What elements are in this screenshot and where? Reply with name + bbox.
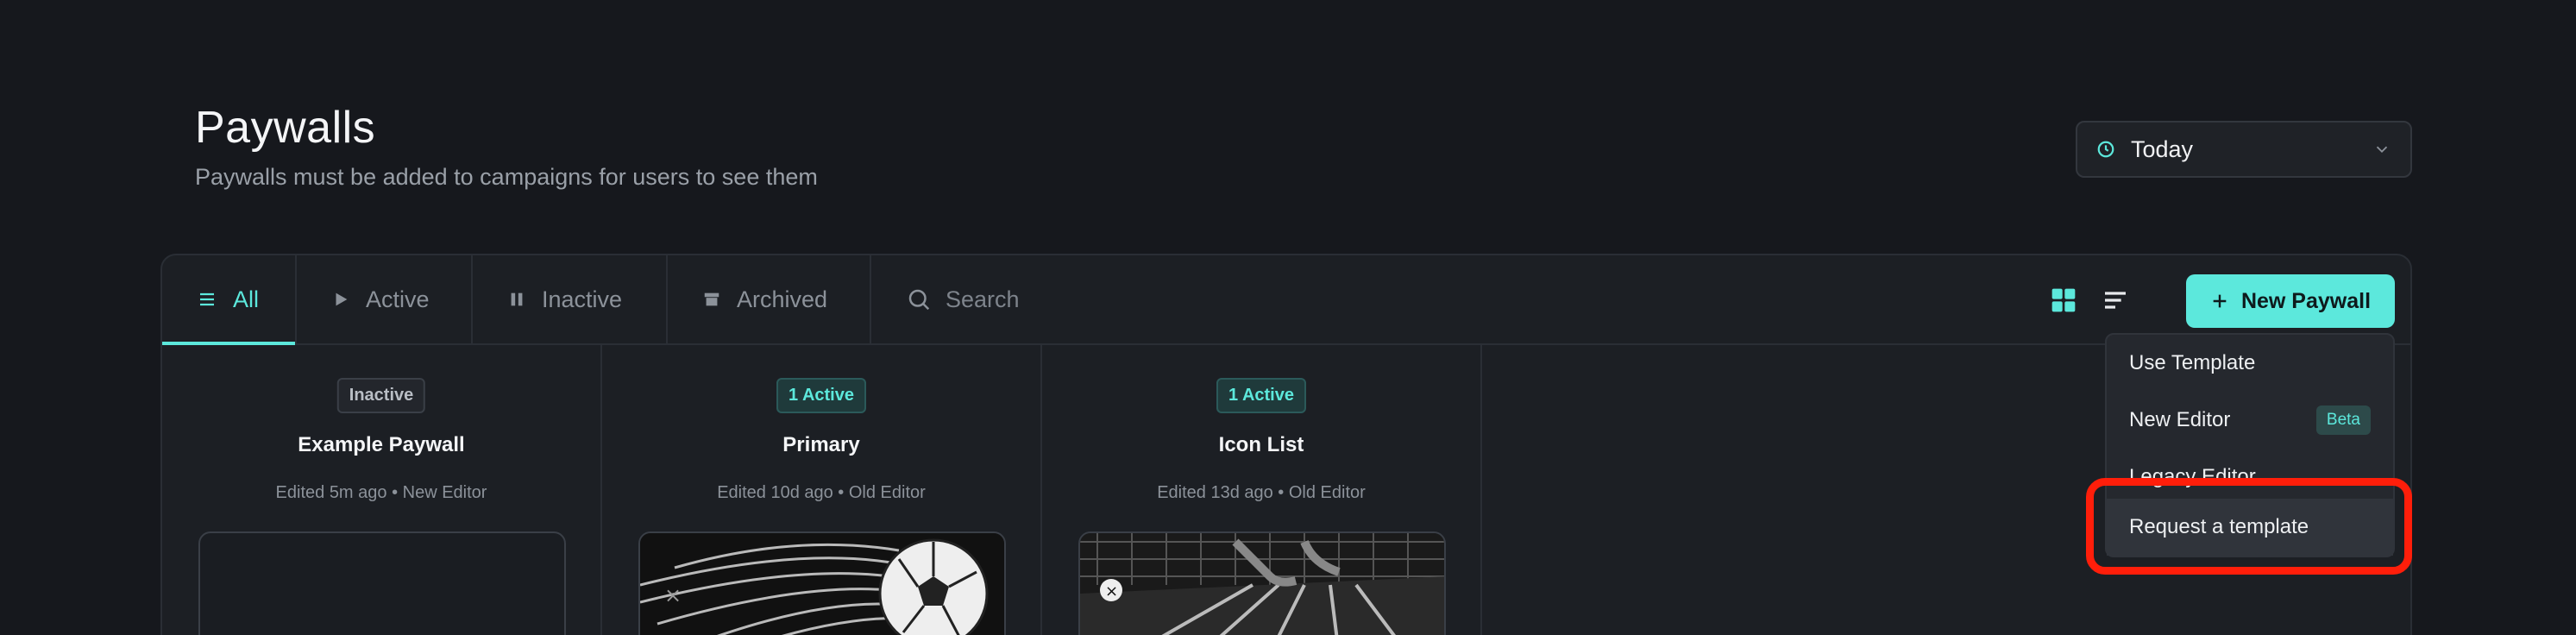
tab-all[interactable]: All: [162, 255, 297, 345]
card-meta: Edited 10d ago • Old Editor: [717, 483, 926, 502]
soccer-ball-image: ×: [640, 533, 1004, 635]
highlight-annotation: [2086, 478, 2412, 575]
page-subtitle: Paywalls must be added to campaigns for …: [195, 164, 818, 190]
tab-archived-label: Archived: [737, 286, 828, 312]
card-title: Example Paywall: [298, 433, 465, 456]
filter-toolbar: All Active Inactive Archived Search New …: [162, 255, 2410, 345]
paywall-card-example[interactable]: Inactive Example Paywall Edited 5m ago •…: [162, 345, 602, 635]
card-title: Primary: [782, 433, 860, 456]
paywall-preview: [198, 531, 566, 635]
card-meta: Edited 13d ago • Old Editor: [1157, 483, 1366, 502]
paywall-preview: ×: [638, 531, 1006, 635]
tab-active-label: Active: [366, 286, 430, 312]
menu-item-new-editor[interactable]: New Editor Beta: [2107, 392, 2393, 449]
paywall-preview: ×: [1078, 531, 1446, 635]
archive-icon: [704, 292, 719, 306]
page-title: Paywalls: [195, 103, 376, 153]
menu-item-label: New Editor: [2129, 408, 2231, 431]
tab-inactive-label: Inactive: [542, 286, 623, 312]
card-title: Icon List: [1218, 433, 1304, 456]
status-badge: Inactive: [336, 378, 426, 413]
beta-badge: Beta: [2315, 406, 2371, 435]
paywall-card-primary[interactable]: 1 Active Primary Edited 10d ago • Old Ed…: [602, 345, 1042, 635]
new-paywall-button[interactable]: New Paywall: [2186, 274, 2395, 328]
pause-icon: [511, 292, 523, 306]
tab-inactive[interactable]: Inactive: [473, 255, 668, 343]
date-range-select[interactable]: Today: [2076, 121, 2412, 178]
list-view-icon[interactable]: [2102, 286, 2129, 314]
tab-archived[interactable]: Archived: [668, 255, 871, 343]
svg-text:×: ×: [664, 583, 682, 607]
clock-icon: [2097, 141, 2114, 158]
status-badge: 1 Active: [1216, 378, 1306, 413]
menu-item-label: Use Template: [2129, 351, 2256, 374]
play-icon: [336, 292, 348, 306]
search-input[interactable]: [946, 286, 1377, 313]
search-bar: [906, 255, 1377, 343]
grid-view-icon[interactable]: [2050, 286, 2077, 314]
tab-all-label: All: [233, 286, 260, 312]
new-paywall-label: New Paywall: [2240, 288, 2372, 313]
tab-active[interactable]: Active: [297, 255, 473, 343]
search-icon: [908, 289, 930, 311]
paywalls-panel: All Active Inactive Archived Search New …: [160, 254, 2412, 635]
menu-item-use-template[interactable]: Use Template: [2107, 335, 2393, 392]
card-meta: Edited 5m ago • New Editor: [275, 483, 487, 502]
plus-icon: [2213, 294, 2227, 308]
paywall-card-icon-list[interactable]: 1 Active Icon List Edited 13d ago • Old …: [1042, 345, 1482, 635]
stadium-image: ×: [1080, 533, 1444, 635]
status-badge: 1 Active: [776, 378, 866, 413]
chevron-down-icon: [2376, 146, 2388, 154]
list-icon: [200, 292, 214, 306]
date-range-value: Today: [2131, 135, 2194, 162]
svg-text:×: ×: [1105, 582, 1118, 600]
